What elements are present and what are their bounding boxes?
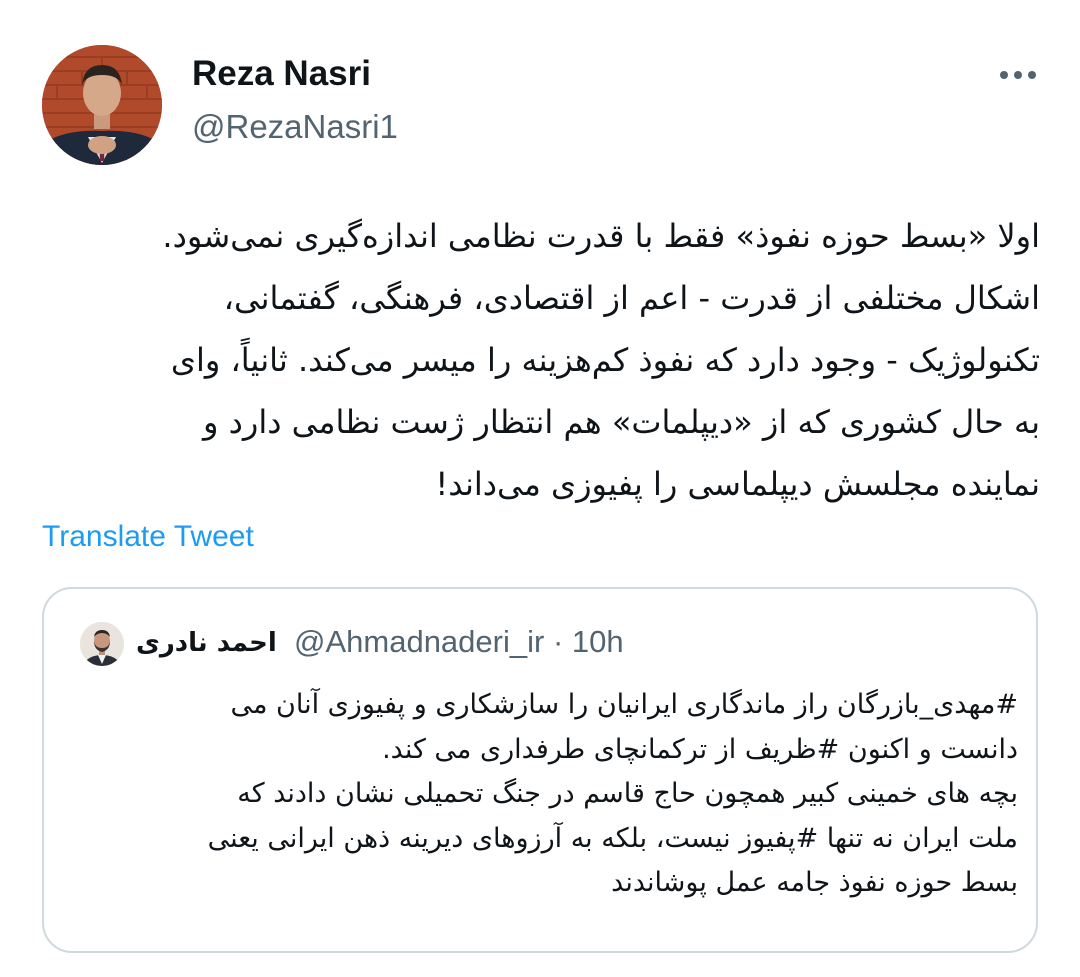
meta-separator: · [552,624,564,659]
quoted-tweet-text: #مهدی_بازرگان راز ماندگاری ایرانیان را س… [74,683,1018,906]
quoted-tweet-text-line: #مهدی_بازرگان راز ماندگاری ایرانیان را س… [230,689,1018,720]
tweet-text-line: به حال کشوری که از «دیپلمات» هم انتظار ژ… [203,403,1040,441]
author-avatar-image [42,45,162,165]
quoted-author-handle[interactable]: @Ahmadnaderi_ir [294,624,544,659]
quoted-author-avatar[interactable] [80,622,124,666]
more-options-button[interactable] [996,60,1040,90]
more-horizontal-icon [1000,71,1036,79]
translate-tweet-link[interactable]: Translate Tweet [42,517,254,557]
author-avatar[interactable] [42,45,162,165]
author-display-name[interactable]: Reza Nasri [192,52,371,96]
quoted-tweet-time[interactable]: 10h [572,624,624,659]
quoted-tweet-meta: @Ahmadnaderi_ir · 10h [294,621,624,663]
tweet-text: اولا «بسط حوزه نفوذ» فقط با قدرت نظامی ا… [40,205,1040,515]
quoted-author-avatar-image [80,622,124,666]
author-handle[interactable]: @RezaNasri1 [192,106,398,148]
tweet-text-line: نماینده مجلسش دیپلماسی را پفیوزی می‌داند… [435,465,1040,503]
tweet-text-line: تکنولوژیک - وجود دارد که نفوذ کم‌هزینه ر… [170,341,1040,379]
quoted-tweet-card[interactable]: احمد نادری @Ahmadnaderi_ir · 10h #مهدی_ب… [42,587,1038,953]
quoted-tweet-text-line: ملت ایران نه تنها #پفیوز نیست، بلکه به آ… [207,822,1018,854]
tweet-text-line: اشکال مختلفی از قدرت - اعم از اقتصادی، ف… [223,279,1040,317]
quoted-tweet-text-line: دانست و اکنون #ظریف از ترکمانچای طرفداری… [382,733,1018,765]
quoted-tweet-text-line: بچه های خمینی کبیر همچون حاج قاسم در جنگ… [237,778,1018,809]
quoted-author-name[interactable]: احمد نادری [136,623,277,663]
tweet-text-line: اولا «بسط حوزه نفوذ» فقط با قدرت نظامی ا… [162,217,1040,255]
quoted-tweet-text-line: بسط حوزه نفوذ جامه عمل پوشاندند [611,867,1018,898]
